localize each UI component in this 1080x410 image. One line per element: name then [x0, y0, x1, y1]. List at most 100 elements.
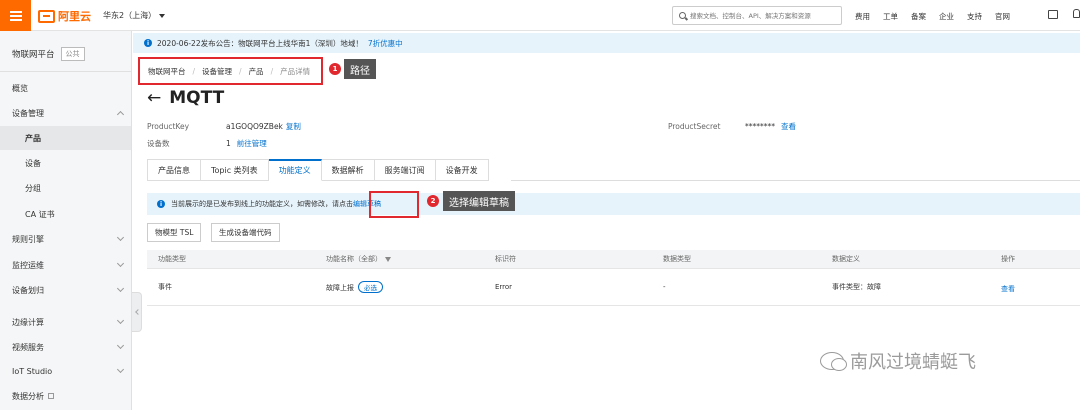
sidebar-item-label: 视频服务 [12, 342, 44, 352]
sidebar-item-rule-engine[interactable]: 规则引擎 [0, 227, 131, 251]
tsl-button[interactable]: 物模型 TSL [147, 223, 202, 242]
sidebar-item-product[interactable]: 产品 [0, 126, 131, 150]
copy-link[interactable]: 复制 [286, 122, 301, 131]
column-header-name[interactable]: 功能名称（全部） [326, 254, 391, 264]
sidebar-item-video[interactable]: 视频服务 [0, 335, 131, 359]
required-tag: 必选 [358, 281, 383, 293]
search-input[interactable] [690, 11, 840, 20]
sidebar-item-iot-studio[interactable]: IoT Studio [0, 359, 131, 383]
info-text: 当前展示的是已发布到线上的功能定义，如需修改，请点击 [171, 200, 353, 208]
column-header-data-type: 数据类型 [663, 255, 691, 263]
breadcrumb-item-product[interactable]: 产品 [249, 66, 264, 77]
tab-function-definition[interactable]: 功能定义 [268, 159, 322, 181]
cell-type: 事件 [158, 283, 172, 291]
breadcrumb-separator: / [192, 66, 196, 76]
sidebar-item-ca-cert[interactable]: CA 证书 [0, 202, 131, 226]
top-link-ticket[interactable]: 工单 [883, 11, 898, 22]
brand-name: 阿里云 [58, 10, 91, 23]
sidebar-item-overview[interactable]: 概览 [0, 76, 131, 100]
announcement-text: 2020-06-22发布公告：物联网平台上线华南1（深圳）地域！ [157, 38, 363, 48]
callout-label-edit-draft: 选择编辑草稿 [443, 191, 515, 211]
product-key-value: a1GOQO9ZBek [226, 122, 283, 131]
search-icon [679, 12, 686, 19]
cell-name-text: 故障上报 [326, 284, 354, 292]
region-selector[interactable]: 华东2（上海） [103, 10, 166, 21]
view-secret-link[interactable]: 查看 [781, 122, 796, 131]
tab-data-parsing[interactable]: 数据解析 [321, 159, 375, 181]
search-box[interactable] [672, 6, 842, 25]
column-header-name-text: 功能名称（全部） [326, 255, 382, 263]
tab-product-info[interactable]: 产品信息 [147, 159, 201, 181]
chevron-down-icon [116, 259, 125, 268]
menu-button[interactable] [0, 0, 31, 31]
brand-logo[interactable]: 阿里云 [38, 8, 91, 24]
tab-topic-list[interactable]: Topic 类列表 [201, 159, 269, 181]
column-header-type: 功能类型 [158, 255, 186, 263]
sidebar-collapse-handle[interactable] [132, 292, 142, 332]
external-link-icon [48, 393, 54, 399]
hamburger-icon [9, 10, 22, 21]
device-count-value: 1 [226, 139, 231, 148]
column-header-definition: 数据定义 [832, 255, 860, 263]
callout-number-2: 2 [427, 195, 439, 207]
top-link-site[interactable]: 官网 [995, 11, 1010, 22]
cell-name: 故障上报 必选 [326, 281, 383, 293]
top-bar: 阿里云 华东2（上海） 费用 工单 备案 企业 支持 官网 [0, 0, 1080, 31]
watermark: 南风过境蜻蜓飞 [820, 348, 976, 374]
sidebar-item-label: 设备划归 [12, 285, 44, 295]
bell-icon[interactable] [1073, 9, 1080, 18]
chevron-left-icon [134, 309, 141, 315]
aliyun-logo-icon [38, 9, 55, 23]
top-link-support[interactable]: 支持 [967, 11, 982, 22]
column-header-identifier: 标识符 [495, 255, 516, 263]
top-link-enterprise[interactable]: 企业 [939, 11, 954, 22]
sidebar-item-edge[interactable]: 边缘计算 [0, 310, 131, 334]
chevron-down-icon [116, 233, 125, 242]
function-table: 功能类型 功能名称（全部） 标识符 数据类型 数据定义 操作 事件 故障上报 必选… [147, 250, 1080, 306]
filter-icon[interactable] [385, 256, 391, 262]
announcement-link[interactable]: 7折优惠中 [368, 38, 403, 49]
chevron-down-icon [116, 365, 125, 374]
sidebar-item-label: 设备 [25, 158, 41, 168]
watermark-text: 南风过境蜻蜓飞 [850, 352, 976, 373]
sidebar-item-group[interactable]: 分组 [0, 176, 131, 200]
sidebar-item-label: 产品 [25, 133, 41, 143]
tab-server-subscription[interactable]: 服务端订阅 [374, 159, 436, 181]
tab-device-development[interactable]: 设备开发 [435, 159, 489, 181]
sidebar-item-label: 规则引擎 [12, 234, 44, 244]
table-row: 事件 故障上报 必选 Error - 事件类型：故障 查看 [147, 269, 1080, 306]
tab-bar: 产品信息 Topic 类列表 功能定义 数据解析 服务端订阅 设备开发 [147, 159, 489, 181]
sidebar-item-label: 监控运维 [12, 260, 44, 270]
sidebar-item-label: 边缘计算 [12, 317, 44, 327]
manage-devices-link[interactable]: 前往管理 [237, 139, 267, 148]
sidebar-divider [0, 71, 131, 72]
announcement-bar: i 2020-06-22发布公告：物联网平台上线华南1（深圳）地域！ 7折优惠中 [133, 33, 1080, 53]
sidebar-item-analytics[interactable]: 数据分析 [0, 384, 131, 408]
sidebar-item-device[interactable]: 设备 [0, 151, 131, 175]
sidebar-item-device-assign[interactable]: 设备划归 [0, 278, 131, 302]
breadcrumb: 物联网平台 / 设备管理 / 产品 / 产品详情 [138, 57, 323, 85]
product-key-label: ProductKey [147, 122, 190, 131]
view-action-link[interactable]: 查看 [1001, 284, 1015, 294]
product-name: MQTT [169, 88, 225, 108]
breadcrumb-item-iot[interactable]: 物联网平台 [148, 66, 186, 77]
instance-badge[interactable]: 公共 [60, 47, 85, 61]
cell-identifier: Error [495, 283, 513, 291]
breadcrumb-item-device-management[interactable]: 设备管理 [202, 66, 232, 77]
back-arrow-icon[interactable]: ← [147, 88, 161, 108]
table-header: 功能类型 功能名称（全部） 标识符 数据类型 数据定义 操作 [147, 250, 1080, 269]
product-key-row: ProductKey a1GOQO9ZBek 复制 [147, 121, 301, 132]
tab-divider [511, 180, 1080, 181]
sidebar-item-monitoring[interactable]: 监控运维 [0, 253, 131, 277]
terminal-icon[interactable] [1048, 10, 1058, 19]
callout-label-path: 路径 [344, 59, 376, 79]
sidebar-item-device-management[interactable]: 设备管理 [0, 101, 131, 125]
top-link-icp[interactable]: 备案 [911, 11, 926, 22]
sidebar-title-text: 物联网平台 [12, 50, 55, 60]
product-secret-row: ProductSecret ******** 查看 [668, 121, 796, 132]
product-secret-value: ******** [745, 122, 775, 131]
generate-code-button[interactable]: 生成设备端代码 [211, 223, 280, 242]
chevron-up-icon [116, 110, 125, 119]
sidebar-item-label: CA 证书 [25, 209, 55, 219]
top-link-billing[interactable]: 费用 [855, 11, 870, 22]
